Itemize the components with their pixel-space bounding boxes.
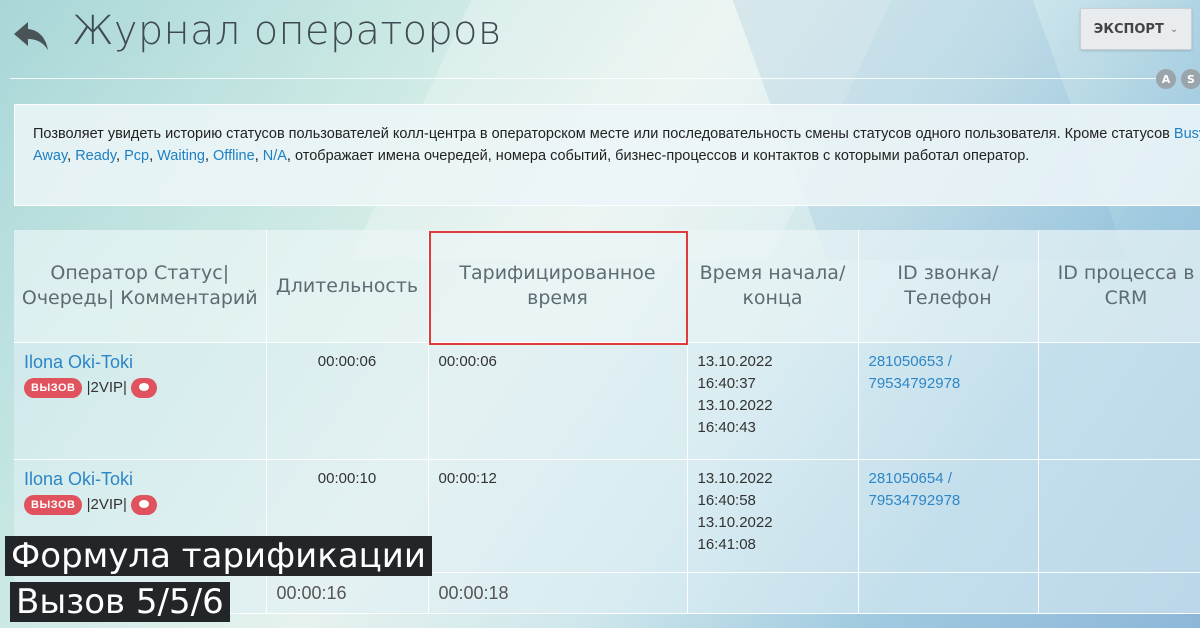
- total-billed-time: 00:00:18: [428, 572, 688, 614]
- total-duration: 00:00:16: [266, 572, 429, 614]
- status-link-waiting[interactable]: Waiting: [157, 148, 205, 164]
- back-arrow-icon[interactable]: [12, 20, 50, 52]
- user-chip-a[interactable]: A: [1156, 69, 1176, 89]
- export-button-label: ЭКСПОРТ: [1093, 21, 1164, 37]
- description-box: Позволяет увидеть историю статусов польз…: [14, 104, 1200, 206]
- status-link-away[interactable]: Away: [33, 148, 67, 164]
- billed-time-cell: 00:00:06: [428, 342, 688, 460]
- description-text: Позволяет увидеть историю статусов польз…: [33, 126, 1174, 142]
- page-title: Журнал операторов: [72, 8, 502, 54]
- phone-link[interactable]: 79534792978: [869, 373, 1028, 395]
- start-end-cell: 13.10.2022 16:40:58 13.10.2022 16:41:08: [687, 459, 859, 573]
- user-chip-s[interactable]: S: [1181, 69, 1200, 89]
- caption-call-rule: Вызов 5/5/6: [10, 582, 230, 622]
- totals-empty-cell: [1038, 572, 1200, 614]
- caption-tariff-formula: Формула тарификации: [5, 536, 432, 576]
- crm-id-cell: [1038, 459, 1200, 573]
- billed-time-cell: 00:00:12: [428, 459, 688, 573]
- phone-link[interactable]: 79534792978: [869, 490, 1028, 512]
- operator-name-link[interactable]: Ilona Oki-Toki: [24, 468, 256, 490]
- crm-id-cell: [1038, 342, 1200, 460]
- start-end-cell: 13.10.2022 16:40:37 13.10.2022 16:40:43: [687, 342, 859, 460]
- duration-cell: 00:00:06: [266, 342, 429, 460]
- header-divider: [10, 78, 1160, 79]
- end-date: 13.10.2022: [697, 514, 773, 531]
- column-header-crm-id[interactable]: ID процесса в CRM: [1038, 230, 1200, 343]
- status-link-ready[interactable]: Ready: [75, 148, 116, 164]
- export-button[interactable]: ЭКСПОРТ ⌄: [1080, 8, 1192, 50]
- queue-label: |2VIP|: [86, 379, 127, 397]
- totals-empty-cell: [858, 572, 1039, 614]
- call-id-link[interactable]: 281050653 /: [869, 351, 1028, 373]
- end-time: 16:41:08: [697, 536, 756, 553]
- start-time: 16:40:58: [697, 492, 756, 509]
- table-row: Ilona Oki-Toki ВЫЗОВ |2VIP| 00:00:06 00:…: [14, 342, 1200, 460]
- column-header-billed-time[interactable]: Тарифицированное время: [428, 230, 688, 343]
- call-id-link[interactable]: 281050654 /: [869, 468, 1028, 490]
- start-date: 13.10.2022: [697, 470, 773, 487]
- call-id-cell: 281050654 / 79534792978: [858, 459, 1039, 573]
- queue-label: |2VIP|: [86, 496, 127, 514]
- call-id-cell: 281050653 / 79534792978: [858, 342, 1039, 460]
- description-text-end: , отображает имена очередей, номера собы…: [286, 148, 1030, 164]
- status-link-na[interactable]: N/A: [263, 148, 287, 164]
- column-header-start-end[interactable]: Время начала/ конца: [687, 230, 859, 343]
- status-link-busy[interactable]: Busy: [1174, 126, 1200, 142]
- operator-name-link[interactable]: Ilona Oki-Toki: [24, 351, 256, 373]
- comment-icon[interactable]: [131, 495, 158, 516]
- page-header: Журнал операторов ЭКСПОРТ ⌄ A S: [0, 0, 1200, 89]
- start-date: 13.10.2022: [697, 353, 773, 370]
- totals-empty-cell: [687, 572, 859, 614]
- chevron-down-icon: ⌄: [1169, 23, 1179, 35]
- column-header-call-id[interactable]: ID звонка/ Телефон: [858, 230, 1039, 343]
- end-date: 13.10.2022: [697, 397, 773, 414]
- comment-icon[interactable]: [131, 378, 158, 399]
- status-badge: ВЫЗОВ: [24, 495, 83, 516]
- status-link-pcp[interactable]: Pcp: [124, 148, 149, 164]
- column-header-duration[interactable]: Длительность: [266, 230, 429, 343]
- status-badge: ВЫЗОВ: [24, 378, 83, 399]
- operator-cell: Ilona Oki-Toki ВЫЗОВ |2VIP|: [14, 342, 267, 460]
- column-header-operator[interactable]: Оператор Статус|Очередь| Комментарий: [14, 230, 267, 343]
- start-time: 16:40:37: [697, 375, 756, 392]
- end-time: 16:40:43: [697, 419, 756, 436]
- status-link-offline[interactable]: Offline: [213, 148, 255, 164]
